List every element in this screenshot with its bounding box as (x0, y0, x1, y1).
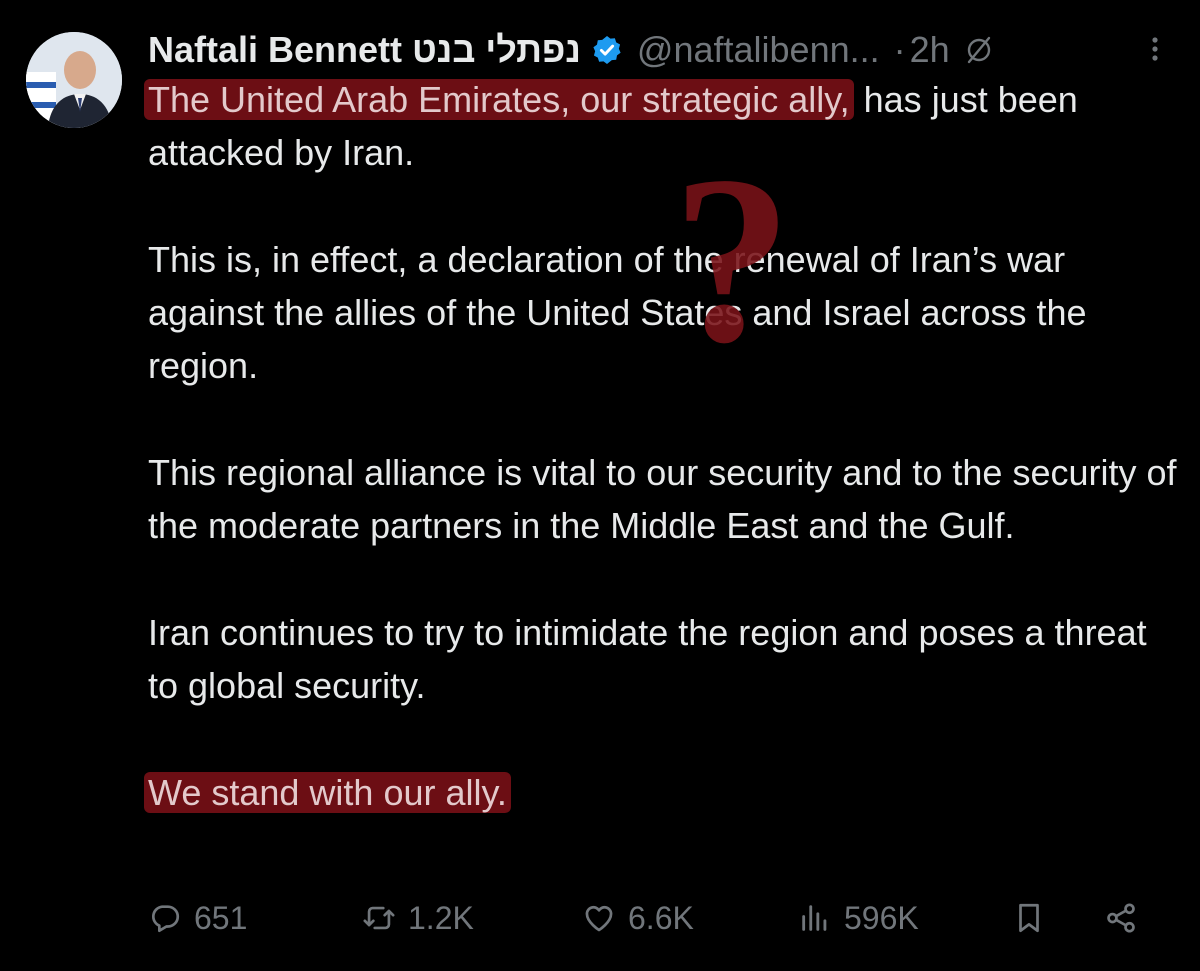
repost-icon (363, 906, 395, 930)
like-button[interactable]: 6.6K (582, 892, 694, 944)
author-avatar[interactable] (26, 32, 122, 128)
tweet-screenshot: Naftali Bennett נפתלי בנט @naftalibenn..… (0, 0, 1200, 971)
red-highlight: We stand with our ally. (144, 772, 511, 813)
more-vertical-icon[interactable] (1140, 34, 1170, 64)
paragraph-text: Iran continues to try to intimidate the … (148, 612, 1147, 706)
like-count: 6.6K (628, 899, 694, 936)
separator-dot: · (893, 29, 906, 70)
repost-button[interactable]: 1.2K (362, 892, 474, 944)
author-name[interactable]: Naftali Bennett נפתלי בנט (148, 29, 581, 71)
heart-icon (585, 905, 613, 932)
verified-badge-icon (593, 36, 621, 64)
views-bar-icon (802, 905, 827, 931)
avatar-image (26, 32, 122, 128)
tweet-paragraph-4: Iran continues to try to intimidate the … (148, 606, 1178, 712)
paragraph-text: This is, in effect, a declaration of the… (148, 239, 1087, 386)
reply-icon (152, 905, 180, 933)
bookmark-button[interactable] (1012, 892, 1058, 944)
tweet-timestamp[interactable]: 2h (910, 29, 950, 71)
tweet-paragraph-3: This regional alliance is vital to our s… (148, 446, 1178, 552)
question-mark-annotation: ? (672, 132, 792, 372)
views-button[interactable]: 596K (798, 892, 919, 944)
tweet-paragraph-2: This is, in effect, a declaration of the… (148, 233, 1178, 392)
reply-button[interactable]: 651 (148, 892, 247, 944)
tweet-paragraph-1: The United Arab Emirates, our strategic … (144, 73, 1178, 179)
tweet-paragraph-5: We stand with our ally. (144, 766, 1178, 819)
tweet-text: The United Arab Emirates, our strategic … (144, 73, 1178, 873)
annotation-glyph: ? (672, 132, 792, 372)
slashed-circle-icon[interactable] (964, 35, 994, 65)
paragraph-text: This regional alliance is vital to our s… (148, 452, 1177, 546)
repost-count: 1.2K (408, 899, 474, 936)
reply-count: 651 (194, 899, 248, 936)
share-button[interactable] (1104, 892, 1150, 944)
tweet-header: Naftali Bennett נפתלי בנט @naftalibenn..… (148, 22, 994, 78)
red-highlight: The United Arab Emirates, our strategic … (144, 79, 854, 120)
share-icon (1107, 903, 1135, 933)
author-handle[interactable]: @naftalibenn... (637, 29, 880, 71)
tweet-actions-bar: 651 1.2K 6.6K 596K (148, 892, 1148, 944)
views-count: 596K (844, 899, 919, 936)
bookmark-icon (1019, 903, 1039, 933)
